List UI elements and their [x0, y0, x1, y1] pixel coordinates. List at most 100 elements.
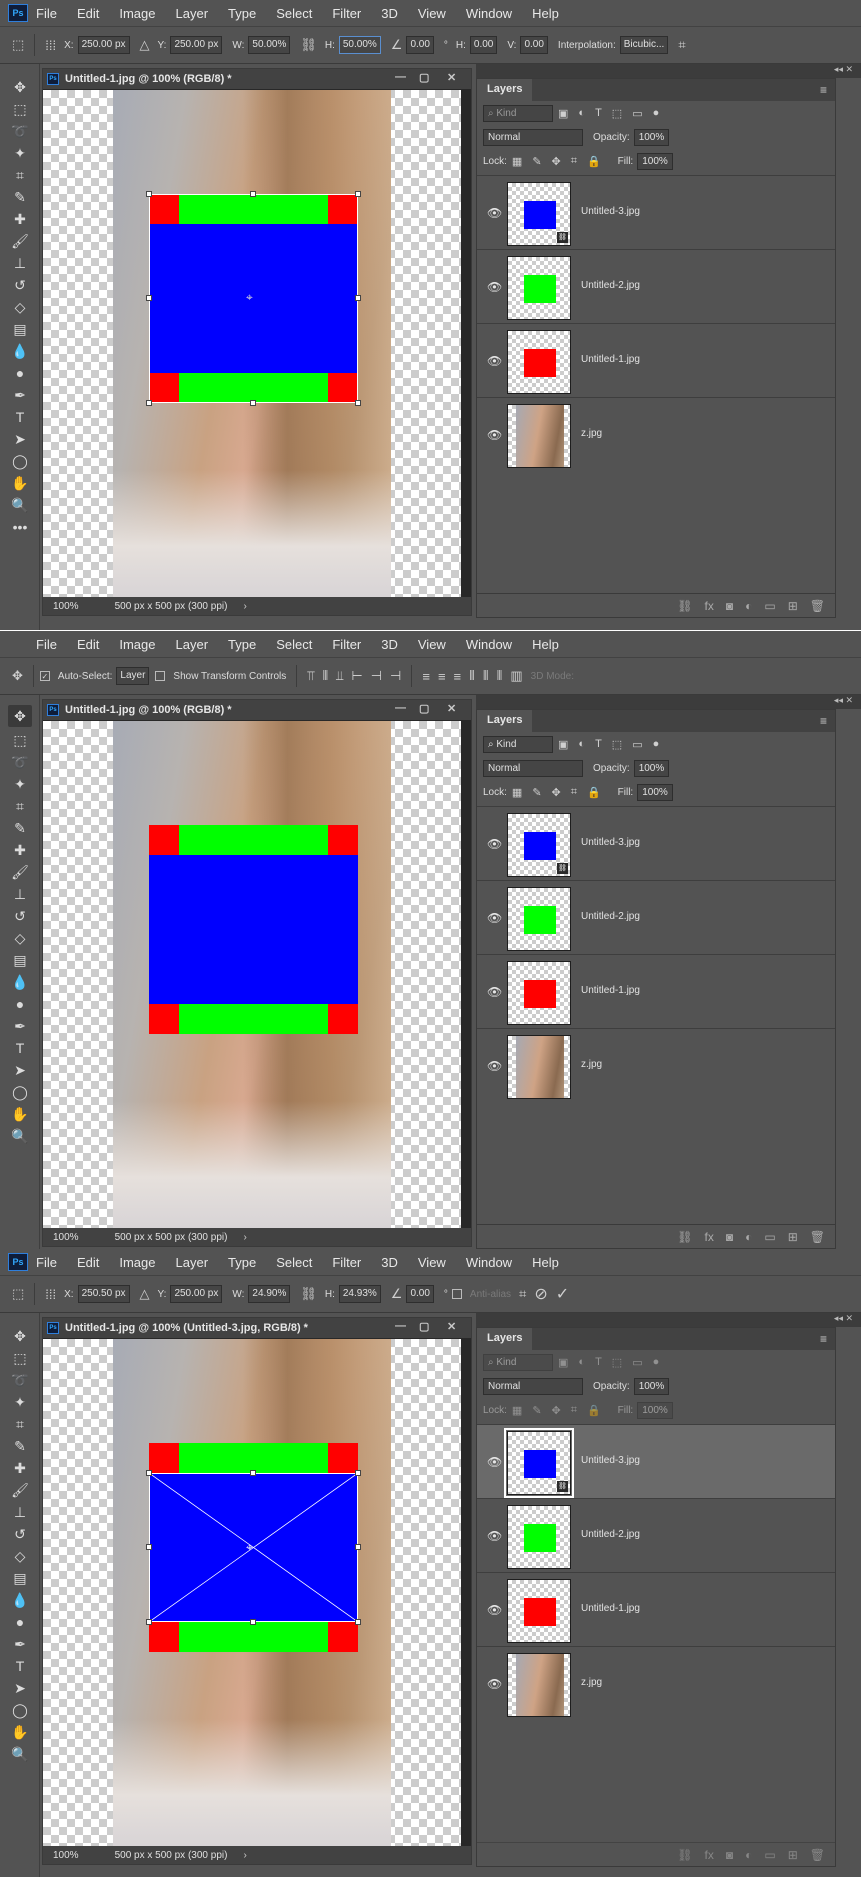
link-icon[interactable]: ⛓ — [300, 1286, 317, 1302]
layer-row[interactable]: 👁 z.jpg — [477, 1646, 835, 1720]
distribute-right-icon[interactable]: ⦀ — [497, 668, 503, 684]
document-tab[interactable]: Ps Untitled-1.jpg @ 100% (Untitled-3.jpg… — [43, 1318, 471, 1338]
transform-handle[interactable] — [146, 1619, 152, 1625]
pen-tool-icon[interactable]: ✒ — [8, 1015, 32, 1037]
dodge-tool-icon[interactable]: ● — [8, 1611, 32, 1633]
type-filter-icon[interactable]: T — [595, 738, 602, 750]
lock-artboard-icon[interactable]: ⌗ — [571, 155, 577, 168]
brush-tool-icon[interactable]: 🖌 — [8, 861, 32, 883]
close-icon[interactable]: ✕ — [447, 702, 456, 715]
eye-icon[interactable]: 👁 — [487, 985, 502, 999]
blur-tool-icon[interactable]: 💧 — [8, 971, 32, 993]
lock-artboard-icon[interactable]: ⌗ — [571, 786, 577, 799]
minimize-icon[interactable]: — — [395, 702, 406, 714]
marquee-tool-icon[interactable]: ⬚ — [8, 729, 32, 751]
healing-brush-icon[interactable]: ✚ — [8, 839, 32, 861]
menu-select[interactable]: Select — [276, 1255, 312, 1270]
path-select-icon[interactable]: ➤ — [8, 1677, 32, 1699]
width-field[interactable]: 50.00% — [248, 36, 291, 54]
opacity-field[interactable]: 100% — [633, 128, 670, 146]
x-field[interactable]: 250.50 px — [77, 1285, 130, 1303]
close-icon[interactable]: ✕ — [447, 1320, 456, 1333]
canvas[interactable]: ⌖ — [43, 1339, 461, 1846]
transform-handle[interactable] — [355, 400, 361, 406]
reference-point-icon[interactable]: ⌖ — [246, 290, 253, 305]
kind-filter-select[interactable]: ⌕ Kind — [483, 1353, 553, 1371]
delta-icon[interactable]: △ — [140, 37, 150, 53]
crop-tool-icon[interactable]: ⌗ — [8, 1413, 32, 1435]
history-brush-icon[interactable]: ↺ — [8, 905, 32, 927]
align-bottom-icon[interactable]: ⫫ — [336, 668, 343, 684]
align-left-icon[interactable]: ⊢ — [351, 668, 362, 684]
layers-tab[interactable]: Layers — [477, 710, 533, 732]
align-right-icon[interactable]: ⊣ — [390, 668, 401, 684]
move-tool-icon[interactable]: ✥ — [8, 705, 32, 727]
type-tool-icon[interactable]: T — [8, 1655, 32, 1677]
history-brush-icon[interactable]: ↺ — [8, 274, 32, 296]
reference-point-icon[interactable]: ⁞⁞⁞ — [45, 38, 56, 53]
layer-row-selected[interactable]: 👁 ⛓ Untitled-3.jpg — [477, 1424, 835, 1498]
menu-file[interactable]: File — [36, 637, 57, 652]
shape-filter-icon[interactable]: ⬚ — [612, 107, 622, 120]
canvas[interactable]: ⌖ — [43, 90, 461, 597]
eye-icon[interactable]: 👁 — [487, 1603, 502, 1617]
adjustment-icon[interactable]: ◐ — [745, 599, 752, 613]
transform-handle[interactable] — [146, 1544, 152, 1550]
link-icon[interactable]: ⛓ — [300, 37, 317, 53]
y-field[interactable]: 250.00 px — [170, 36, 223, 54]
stamp-tool-icon[interactable]: ⊥ — [8, 883, 32, 905]
stamp-tool-icon[interactable]: ⊥ — [8, 252, 32, 274]
layer-name[interactable]: Untitled-1.jpg — [581, 1603, 640, 1614]
menu-3d[interactable]: 3D — [381, 1255, 398, 1270]
kind-filter-select[interactable]: ⌕ Kind — [483, 735, 553, 753]
image-filter-icon[interactable]: ▣ — [558, 1356, 568, 1369]
shape-filter-icon[interactable]: ⬚ — [612, 1356, 622, 1369]
lock-all-icon[interactable]: 🔒 — [587, 155, 601, 168]
show-transform-checkbox[interactable] — [155, 671, 166, 681]
lasso-tool-icon[interactable]: ➰ — [8, 751, 32, 773]
auto-select-checkbox[interactable]: ✓ — [39, 671, 50, 681]
layer-name[interactable]: Untitled-2.jpg — [581, 280, 640, 291]
layer-name[interactable]: Untitled-2.jpg — [581, 1529, 640, 1540]
ellipse-tool-icon[interactable]: ◯ — [8, 450, 32, 472]
menu-filter[interactable]: Filter — [332, 637, 361, 652]
commit-icon[interactable]: ✓ — [556, 1284, 569, 1304]
link-layers-icon[interactable]: ⛓ — [677, 599, 692, 613]
kind-filter-select[interactable]: ⌕ Kind — [483, 104, 553, 122]
menu-type[interactable]: Type — [228, 1255, 256, 1270]
fill-field[interactable]: 100% — [637, 783, 673, 801]
opacity-field[interactable]: 100% — [633, 1377, 670, 1395]
gradient-icon[interactable]: ▤ — [8, 318, 32, 340]
fx-icon[interactable]: fx — [705, 599, 714, 613]
path-select-icon[interactable]: ➤ — [8, 428, 32, 450]
eye-icon[interactable]: 👁 — [487, 354, 502, 368]
more-tools-icon[interactable]: ••• — [8, 516, 32, 538]
smart-object-filter-icon[interactable]: ▭ — [632, 1356, 642, 1369]
align-hcenter-icon[interactable]: ⊣ — [371, 668, 382, 684]
folder-icon[interactable]: ▭ — [764, 599, 775, 613]
transform-handle[interactable] — [250, 1619, 256, 1625]
stamp-tool-icon[interactable]: ⊥ — [8, 1501, 32, 1523]
layers-tab[interactable]: Layers — [477, 1328, 533, 1350]
adjustment-icon[interactable]: ◐ — [745, 1230, 752, 1244]
smart-object-filter-icon[interactable]: ▭ — [632, 107, 642, 120]
eraser-icon[interactable]: ◇ — [8, 296, 32, 318]
type-filter-icon[interactable]: T — [595, 107, 602, 119]
transform-handle[interactable] — [355, 1619, 361, 1625]
transform-handle[interactable] — [355, 1544, 361, 1550]
blend-mode-select[interactable]: Normal — [483, 128, 583, 146]
menu-layer[interactable]: Layer — [176, 1255, 209, 1270]
layer-row[interactable]: 👁 z.jpg — [477, 397, 835, 471]
ellipse-tool-icon[interactable]: ◯ — [8, 1699, 32, 1721]
width-field[interactable]: 24.90% — [248, 1285, 291, 1303]
history-brush-icon[interactable]: ↺ — [8, 1523, 32, 1545]
angle-field[interactable]: 0.00 — [406, 36, 434, 54]
chevron-right-icon[interactable]: › — [243, 1232, 246, 1243]
menu-help[interactable]: Help — [532, 6, 559, 21]
menu-layer[interactable]: Layer — [176, 6, 209, 21]
menu-filter[interactable]: Filter — [332, 1255, 361, 1270]
distribute-top-icon[interactable]: ≡ — [422, 669, 430, 684]
distribute-bottom-icon[interactable]: ≡ — [454, 669, 462, 684]
new-layer-icon[interactable]: ⊞ — [788, 1230, 798, 1244]
transform-handle[interactable] — [146, 400, 152, 406]
